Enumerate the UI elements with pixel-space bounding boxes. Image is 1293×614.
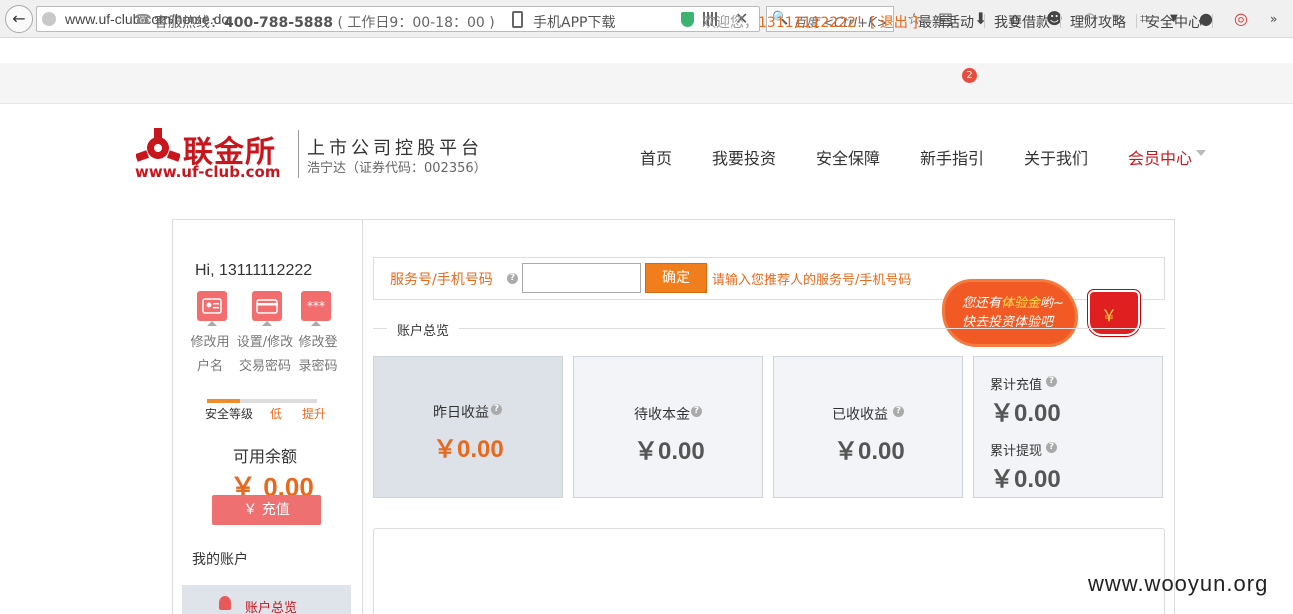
divider [1060, 14, 1061, 28]
card-label: 待收本金 [634, 407, 690, 423]
action-trade-password[interactable]: 设置/修改交易密码 [236, 331, 294, 379]
help-icon[interactable]: ? [491, 404, 502, 415]
referral-hint: 请输入您推荐人的服务号/手机号码 [712, 273, 912, 288]
user-greeting: Hi, 13111112222 [195, 262, 313, 279]
card-label: 昨日收益 [433, 405, 489, 421]
nav-home[interactable]: 首页 [640, 145, 672, 169]
site-topbar [0, 63, 1293, 104]
weibo-icon[interactable]: ◎ [1234, 9, 1248, 29]
security-level-label: 安全等级 [205, 407, 254, 421]
user-card-icon[interactable] [197, 291, 227, 321]
action-login-password[interactable]: 修改登录密码 [298, 331, 338, 379]
top-nav-security[interactable]: 安全中心 [1146, 12, 1202, 32]
referral-input[interactable] [522, 263, 641, 293]
nav-newbie-guide[interactable]: 新手指引 [920, 145, 984, 169]
card-value: ￥0.00 [634, 438, 705, 465]
top-nav-latest-activity[interactable]: 最新活动 [918, 12, 974, 32]
referral-label: 服务号/手机号码 [390, 272, 493, 288]
promo-text[interactable]: 您还有体验金哟~ 快去投资体验吧 [962, 294, 1064, 332]
pointer-icon [311, 321, 321, 326]
username: 13111112222！ [758, 15, 870, 31]
hotline-number: 400-788-5888 [224, 15, 334, 31]
divider [1136, 14, 1137, 28]
divider [373, 328, 1165, 329]
divider [984, 14, 985, 28]
notification-badge: 2 [962, 68, 977, 83]
nav-invest[interactable]: 我要投资 [712, 145, 776, 169]
watermark: www.wooyun.org [1088, 571, 1269, 596]
pointer-icon [207, 321, 217, 326]
nav-about-us[interactable]: 关于我们 [1024, 145, 1088, 169]
help-icon[interactable]: ? [893, 406, 904, 417]
hotline: 客服热线：400-788-5888 ( 工作日9：00-18：00 ) [154, 15, 495, 31]
card-pending-principal [573, 356, 763, 498]
card-label: 累计充值 [990, 378, 1043, 393]
slogan-sub: 浩宁达（证券代码：002356） [307, 161, 487, 176]
password-icon[interactable]: *** [301, 291, 331, 321]
content-panel [373, 528, 1165, 614]
logout-link[interactable]: [ 退出 ] [870, 15, 918, 31]
confirm-button[interactable]: 确定 [645, 263, 707, 293]
yuan-icon: ￥ [1101, 306, 1118, 325]
help-icon[interactable]: ? [691, 406, 702, 417]
help-icon[interactable]: ? [1046, 376, 1057, 387]
card-label: 已收收益 [832, 407, 888, 423]
top-nav-guide[interactable]: 理财攻略 [1070, 12, 1126, 32]
shield-icon[interactable] [681, 12, 694, 27]
balance-label: 可用余额 [233, 447, 298, 466]
nav-member-center[interactable]: 会员中心 [1128, 145, 1192, 169]
sidebar-item-label[interactable]: 账户总览 [245, 597, 297, 614]
back-arrow-icon[interactable]: ← [5, 5, 33, 33]
mobile-phone-icon [512, 11, 523, 28]
card-value: ￥0.00 [990, 466, 1061, 493]
overview-title: 账户总览 [387, 320, 460, 339]
security-upgrade-link[interactable]: 提升 [302, 405, 326, 422]
user-icon [219, 596, 231, 610]
divider [1212, 14, 1213, 28]
logo-url: www.uf-club.com [135, 163, 281, 181]
card-yesterday-income [373, 356, 563, 498]
phone-icon: ☎ [134, 12, 152, 28]
action-change-username[interactable]: 修改用户名 [190, 331, 230, 379]
bank-card-icon[interactable] [252, 291, 282, 321]
logo-mark-icon[interactable] [136, 128, 180, 164]
nav-security[interactable]: 安全保障 [816, 145, 880, 169]
divider [298, 130, 299, 178]
mobile-app-link[interactable]: 手机APP下载 [533, 12, 615, 32]
welcome-text: 欢迎您，13111112222！[ 退出 ] [702, 15, 918, 31]
card-value: ￥0.00 [834, 438, 905, 465]
overflow-icon[interactable]: » [1270, 9, 1277, 29]
card-value: ￥0.00 [433, 436, 504, 463]
chevron-down-icon[interactable] [1196, 150, 1206, 156]
card-received-income [773, 356, 963, 498]
card-value: ￥0.00 [990, 400, 1061, 427]
card-label: 累计提现 [990, 444, 1043, 459]
top-nav-borrow[interactable]: 我要借款 [994, 12, 1050, 32]
my-account-heading: 我的账户 [192, 552, 248, 568]
download-icon[interactable]: ⬇ [974, 9, 987, 29]
security-level-value: 低 [270, 407, 283, 421]
security-level-fill [207, 399, 240, 403]
recharge-button[interactable]: ￥ 充值 [212, 495, 321, 525]
help-icon[interactable]: ? [1046, 442, 1057, 453]
help-icon[interactable]: ? [507, 273, 518, 284]
pointer-icon [262, 321, 272, 326]
globe-icon [42, 12, 56, 26]
